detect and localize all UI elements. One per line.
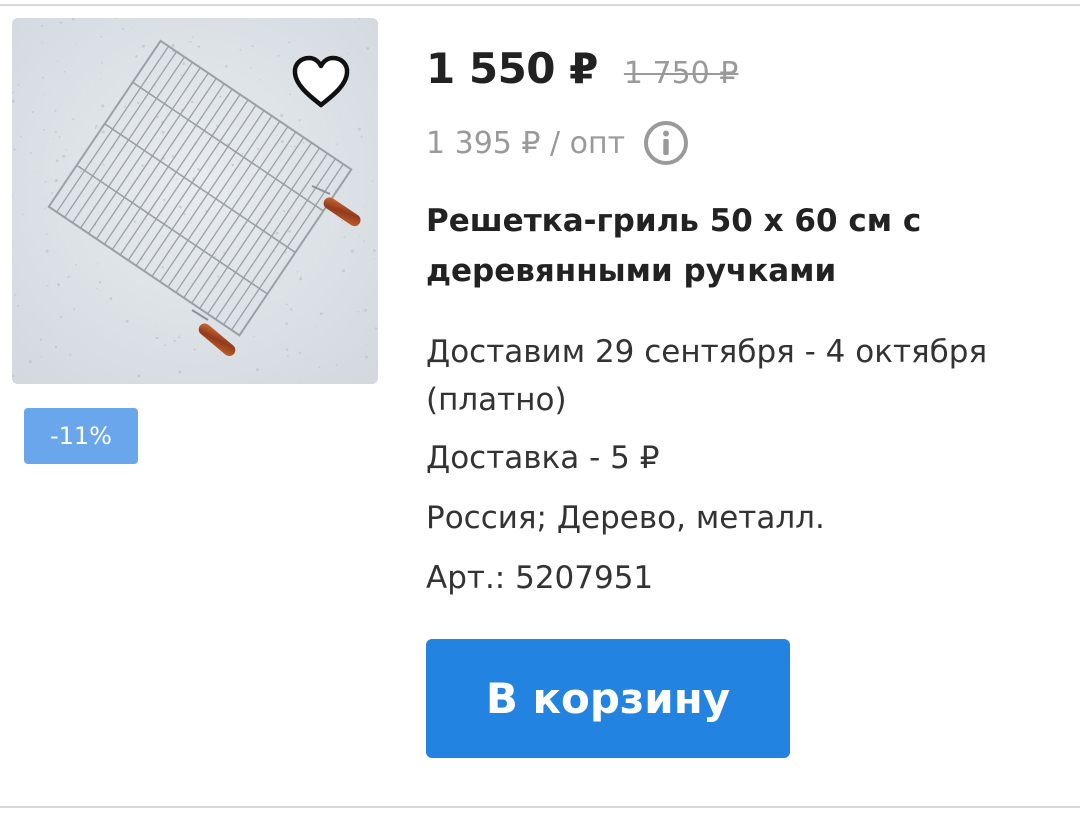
top-divider: [0, 4, 1080, 6]
origin-material: Россия; Дерево, металл.: [426, 500, 825, 536]
product-details: Доставим 29 сентября - 4 октября (платно…: [426, 328, 1046, 602]
product-title[interactable]: Решетка-гриль 50 х 60 см с деревянными р…: [426, 196, 1046, 296]
heart-outline-icon: [292, 55, 350, 108]
delivery-cost: Доставка - 5 ₽: [426, 440, 660, 476]
discount-badge: -11%: [24, 408, 138, 464]
price-row: 1 550 ₽ 1 750 ₽: [426, 44, 738, 93]
current-price: 1 550 ₽: [426, 44, 598, 93]
wholesale-price: 1 395 ₽ / опт: [426, 125, 626, 161]
product-card: -11% 1 550 ₽ 1 750 ₽ 1 395 ₽ / опт Решет…: [0, 0, 1080, 814]
article-number: Арт.: 5207951: [426, 560, 654, 596]
info-circle-icon: [644, 121, 689, 165]
favorite-button[interactable]: [290, 52, 352, 110]
wholesale-info-button[interactable]: [641, 118, 691, 168]
old-price: 1 750 ₽: [623, 56, 739, 91]
wholesale-price-row: 1 395 ₽ / опт: [426, 118, 691, 168]
delivery-dates: Доставим 29 сентября - 4 октября (платно…: [426, 334, 988, 418]
add-to-cart-button[interactable]: В корзину: [426, 639, 790, 758]
bottom-divider: [0, 806, 1080, 808]
